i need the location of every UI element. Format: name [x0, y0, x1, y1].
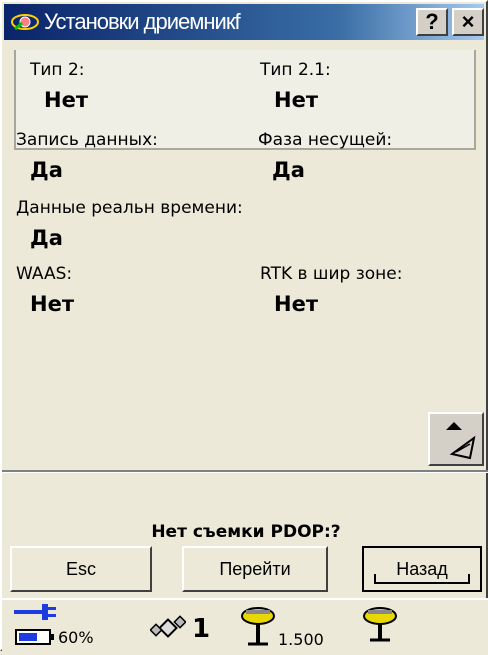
close-button[interactable]: × [452, 8, 484, 36]
title-bar: Установки дриемникf ? × [4, 4, 484, 40]
realtime-data-value: Да [30, 226, 63, 250]
type21-label: Тип 2.1: [260, 60, 331, 80]
survey-status-text: Нет съемки PDOP:? [151, 522, 341, 542]
rtk-wide-value: Нет [274, 292, 318, 316]
power-plug-icon[interactable] [14, 602, 64, 648]
data-logging-label: Запись данных: [16, 130, 158, 150]
window-title: Установки дриемникf [44, 9, 241, 34]
battery-percent: 60% [58, 628, 94, 647]
esc-button[interactable]: Esc [10, 546, 152, 592]
data-logging-value: Да [30, 158, 63, 182]
back-button[interactable]: Назад [362, 546, 482, 592]
receiver-settings-window: Установки дриемникf ? × Тип 2: Нет Тип 2… [0, 0, 488, 655]
go-button[interactable]: Перейти [182, 546, 328, 592]
carrier-phase-label: Фаза несущей: [258, 130, 393, 150]
default-button-marker [374, 574, 470, 584]
divider [2, 470, 488, 473]
type2-value: Нет [44, 88, 88, 112]
waas-value: Нет [30, 292, 74, 316]
realtime-data-label: Данные реальн времени: [16, 198, 243, 218]
gps-antenna-icon[interactable] [238, 604, 278, 648]
type2-label: Тип 2: [30, 60, 85, 80]
rtk-wide-label: RTK в шир зоне: [260, 264, 403, 284]
satellite-app-icon [11, 14, 39, 31]
antenna-height: 1.500 [278, 630, 324, 649]
type21-value: Нет [274, 88, 318, 112]
gps-antenna-icon-2[interactable] [360, 604, 400, 648]
waas-label: WAAS: [16, 264, 73, 284]
carrier-phase-value: Да [272, 158, 305, 182]
page-up-button[interactable] [428, 412, 484, 466]
arrow-up-icon [446, 422, 476, 460]
help-button[interactable]: ? [416, 8, 448, 36]
satellite-count: 1 [192, 614, 211, 644]
satellite-icon[interactable] [150, 612, 186, 646]
